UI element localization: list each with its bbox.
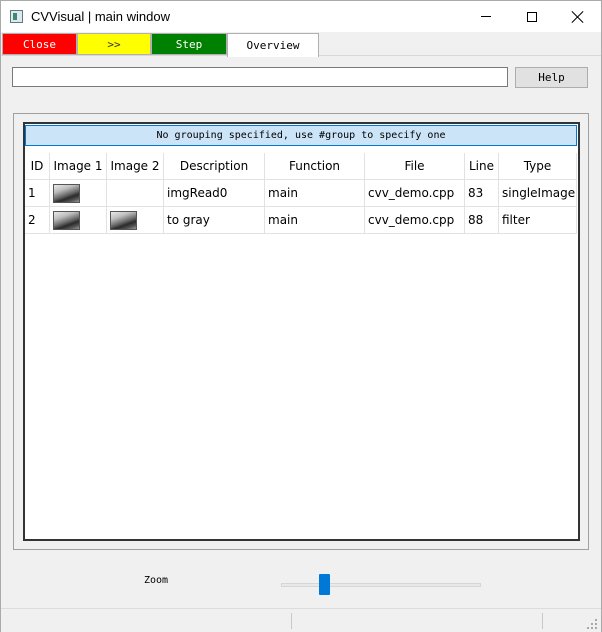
cell-image-2[interactable]	[107, 207, 164, 233]
tab-step[interactable]: Step	[151, 33, 227, 55]
cell-id: 1	[25, 180, 50, 206]
column-header-file[interactable]: File	[365, 153, 465, 180]
image-thumbnail[interactable]	[110, 210, 137, 230]
close-icon	[572, 11, 584, 23]
column-header-type[interactable]: Type	[499, 153, 577, 180]
app-icon	[10, 10, 23, 23]
tab-fast-forward[interactable]: >>	[77, 33, 151, 55]
cell-line: 88	[465, 207, 499, 233]
help-button[interactable]: Help	[515, 67, 588, 88]
minimize-button[interactable]	[463, 1, 509, 32]
column-header-image-1[interactable]: Image 1	[50, 153, 107, 180]
column-header-line[interactable]: Line	[465, 153, 499, 180]
status-bar	[1, 608, 601, 632]
cell-image-1[interactable]	[50, 207, 107, 233]
cell-description: to gray	[164, 207, 265, 233]
tab-close[interactable]: Close	[2, 33, 77, 55]
zoom-label: Zoom	[144, 575, 169, 586]
column-header-description[interactable]: Description	[164, 153, 265, 180]
zoom-slider-handle[interactable]	[319, 574, 330, 595]
image-thumbnail[interactable]	[53, 210, 80, 230]
filter-input[interactable]	[12, 67, 508, 87]
column-header-function[interactable]: Function	[265, 153, 365, 180]
cell-file: cvv_demo.cpp	[365, 207, 465, 233]
close-window-button[interactable]	[555, 1, 601, 32]
status-divider	[291, 613, 292, 629]
cell-line: 83	[465, 180, 499, 206]
column-header-id[interactable]: ID	[25, 153, 50, 180]
table-row[interactable]: 2 to gray main cvv_demo.cpp 88 filter	[25, 207, 577, 234]
minimize-icon	[481, 16, 491, 17]
resize-grip-icon[interactable]	[587, 619, 597, 629]
cell-id: 2	[25, 207, 50, 233]
main-window: CVVisual | main window Close >> Step Ove…	[0, 0, 602, 632]
cell-image-1[interactable]	[50, 180, 107, 206]
cell-description: imgRead0	[164, 180, 265, 206]
tab-strip: Close >> Step Overview	[1, 32, 601, 57]
cell-type: filter	[499, 207, 577, 233]
title-bar: CVVisual | main window	[1, 1, 601, 32]
group-header[interactable]: No grouping specified, use #group to spe…	[25, 125, 577, 146]
cell-function: main	[265, 180, 365, 206]
status-divider	[542, 613, 543, 629]
cell-function: main	[265, 207, 365, 233]
maximize-icon	[527, 11, 537, 22]
zoom-slider-track[interactable]	[281, 583, 481, 587]
cell-file: cvv_demo.cpp	[365, 180, 465, 206]
cell-type: singleImage	[499, 180, 577, 206]
table-row[interactable]: 1 imgRead0 main cvv_demo.cpp 83 singleIm…	[25, 180, 577, 207]
window-title: CVVisual | main window	[31, 9, 170, 24]
cell-image-2	[107, 180, 164, 206]
image-thumbnail[interactable]	[53, 183, 80, 203]
column-header-image-2[interactable]: Image 2	[107, 153, 164, 180]
table-header-row: ID Image 1 Image 2 Description Function …	[25, 153, 577, 180]
tab-overview[interactable]: Overview	[227, 33, 319, 57]
maximize-button[interactable]	[509, 1, 555, 32]
